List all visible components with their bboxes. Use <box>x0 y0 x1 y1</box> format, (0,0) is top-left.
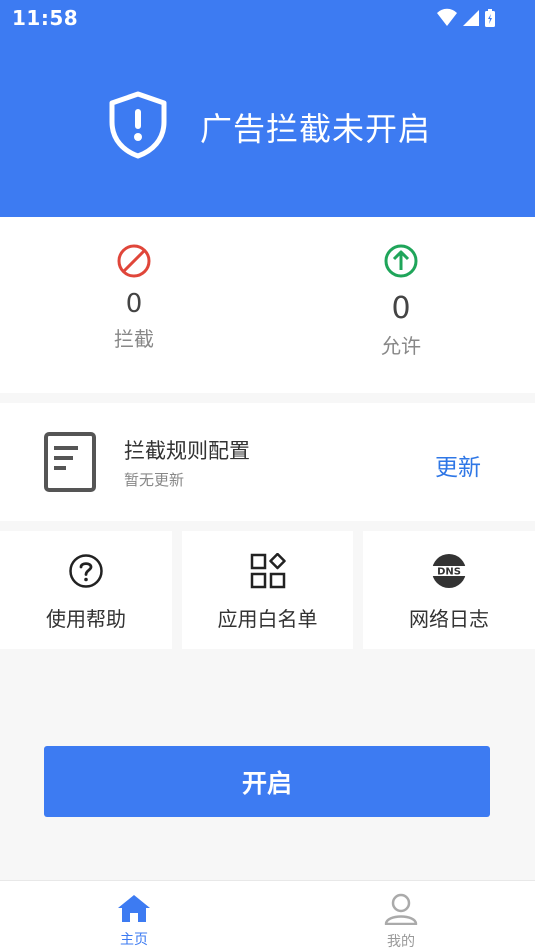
person-icon <box>341 893 461 929</box>
block-stat: 0 拦截 <box>64 243 204 352</box>
stats-panel: 0 拦截 0 允许 <box>0 217 535 393</box>
hero: 广告拦截未开启 <box>106 90 432 164</box>
rules-config-card[interactable]: 拦截规则配置 暂无更新 更新 <box>0 403 535 521</box>
update-rules-button[interactable]: 更新 <box>435 448 481 482</box>
wifi-icon <box>437 8 457 26</box>
document-icon <box>43 431 97 497</box>
home-icon <box>74 893 194 927</box>
block-count: 0 <box>125 289 143 319</box>
question-circle-icon <box>0 553 172 593</box>
bottom-nav: 主页 我的 <box>0 880 535 952</box>
allow-count: 0 <box>391 291 411 326</box>
allow-label: 允许 <box>381 334 421 358</box>
allow-stat: 0 允许 <box>331 243 471 359</box>
nav-mine-label: 我的 <box>387 934 415 950</box>
nav-item-home[interactable]: 主页 <box>74 893 194 949</box>
signal-icon <box>463 10 479 26</box>
rules-status: 暂无更新 <box>124 471 185 489</box>
tools-row: 使用帮助 应用白名单 DNS 网络日志 <box>0 531 535 649</box>
dns-icon: DNS <box>363 553 535 593</box>
help-label: 使用帮助 <box>46 607 126 631</box>
app-whitelist-button[interactable]: 应用白名单 <box>182 531 353 649</box>
network-log-label: 网络日志 <box>409 607 489 631</box>
enable-button[interactable]: 开启 <box>44 746 490 817</box>
rules-title: 拦截规则配置 <box>124 439 250 463</box>
block-label: 拦截 <box>114 327 154 351</box>
page-title: 广告拦截未开启 <box>200 110 432 148</box>
status-time: 11:58 <box>12 6 79 30</box>
nav-item-mine[interactable]: 我的 <box>341 893 461 951</box>
app-grid-icon <box>182 552 353 593</box>
help-button[interactable]: 使用帮助 <box>0 531 172 649</box>
shield-alert-icon <box>106 90 170 164</box>
whitelist-label: 应用白名单 <box>217 607 318 631</box>
app-header: 11:58 广告拦截未开启 <box>0 0 535 217</box>
nav-home-label: 主页 <box>120 932 148 948</box>
status-bar: 11:58 <box>0 0 535 36</box>
svg-text:DNS: DNS <box>437 567 461 578</box>
arrow-up-circle-icon <box>331 243 471 283</box>
network-log-button[interactable]: DNS 网络日志 <box>363 531 535 649</box>
status-icons <box>435 8 497 28</box>
prohibited-icon <box>64 243 204 283</box>
battery-icon <box>485 9 495 27</box>
